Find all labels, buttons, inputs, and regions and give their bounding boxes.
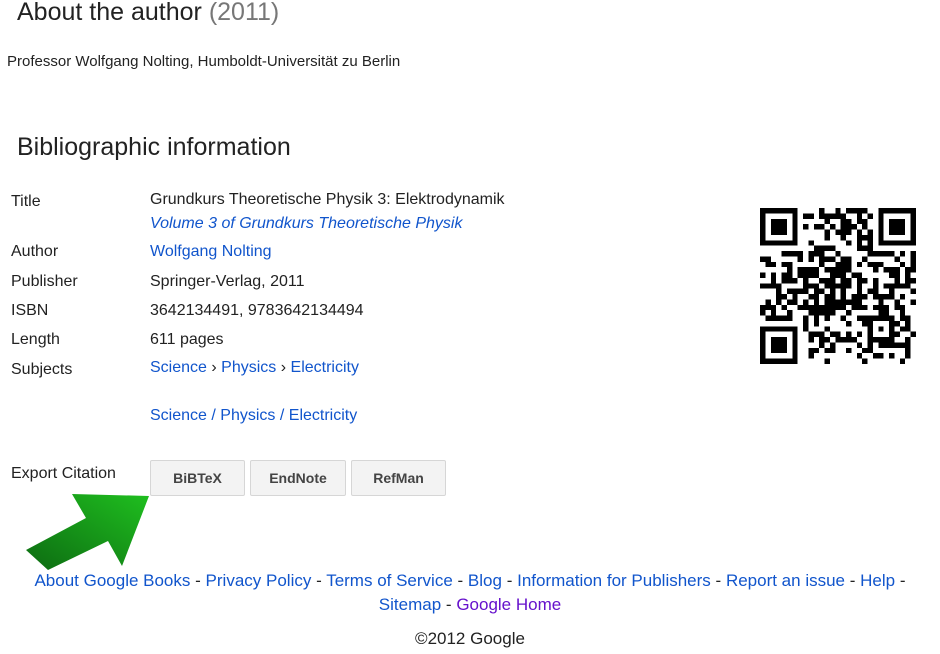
isbn-value: 3642134491, 9783642134494 (150, 302, 364, 319)
length-label: Length (11, 331, 60, 348)
subjects-label: Subjects (11, 361, 73, 378)
footer-separator: - (715, 571, 722, 590)
series-link[interactable]: Volume 3 of Grundkurs Theoretische Physi… (150, 215, 462, 233)
subject-separator: › (280, 359, 287, 376)
about-year: (2011) (208, 0, 280, 26)
about-author-text: Professor Wolfgang Nolting, Humboldt-Uni… (7, 53, 401, 70)
title-label: Title (11, 193, 41, 210)
about-heading-text: About the author (17, 0, 202, 26)
book-title: Grundkurs Theoretische Physik 3: Elektro… (150, 191, 505, 208)
isbn-label: ISBN (11, 302, 49, 319)
subject-path-separator: / (279, 407, 285, 424)
subject-link[interactable]: Electricity (291, 359, 359, 376)
author-link[interactable]: Wolfgang Nolting (150, 243, 272, 261)
subject-path-part: Science (150, 407, 207, 424)
footer-separator: - (899, 571, 906, 590)
subject-path-separator: / (211, 407, 216, 424)
biblio-heading: Bibliographic information (17, 133, 291, 161)
publisher-label: Publisher (11, 273, 78, 290)
footer-link-sitemap[interactable]: Sitemap (379, 595, 441, 614)
footer-separator: - (849, 571, 856, 590)
refman-button[interactable]: RefMan (351, 460, 446, 496)
subject-path-part: Electricity (288, 407, 358, 424)
subject-link[interactable]: Physics (221, 359, 276, 376)
footer-link-privacy[interactable]: Privacy Policy (206, 571, 312, 590)
footer-separator: - (316, 571, 322, 590)
footer-link-blog[interactable]: Blog (468, 571, 502, 590)
author-label: Author (11, 243, 59, 260)
qr-code-icon (760, 208, 916, 364)
footer-separator: - (195, 571, 201, 590)
about-heading: About the author (2011) (17, 0, 279, 27)
bibtex-button[interactable]: BiBTeX (150, 460, 245, 496)
subject-link[interactable]: Science (150, 359, 207, 376)
length-value: 611 pages (150, 331, 224, 348)
subjects-path-link[interactable]: Science / Physics / Electricity (150, 407, 357, 425)
footer-link-publishers[interactable]: Information for Publishers (517, 571, 711, 590)
footer-link-terms[interactable]: Terms of Service (326, 571, 453, 590)
footer-separator: - (457, 571, 464, 590)
green-arrow-icon (22, 478, 154, 572)
subjects-breadcrumb: Science › Physics › Electricity (150, 359, 359, 377)
subject-separator: › (211, 359, 217, 376)
footer-link-help[interactable]: Help (860, 571, 895, 590)
footer-link-google-home[interactable]: Google Home (456, 595, 561, 614)
footer-separator: - (445, 595, 452, 614)
endnote-button[interactable]: EndNote (250, 460, 346, 496)
subject-path-part: Physics (220, 407, 276, 424)
footer-separator: - (506, 571, 513, 590)
footer-link-report[interactable]: Report an issue (726, 571, 845, 590)
publisher-value: Springer-Verlag, 2011 (150, 273, 305, 290)
copyright: ©2012 Google (415, 629, 525, 648)
footer-links: About Google Books - Privacy Policy - Te… (0, 569, 940, 617)
footer-link-about[interactable]: About Google Books (34, 571, 190, 590)
